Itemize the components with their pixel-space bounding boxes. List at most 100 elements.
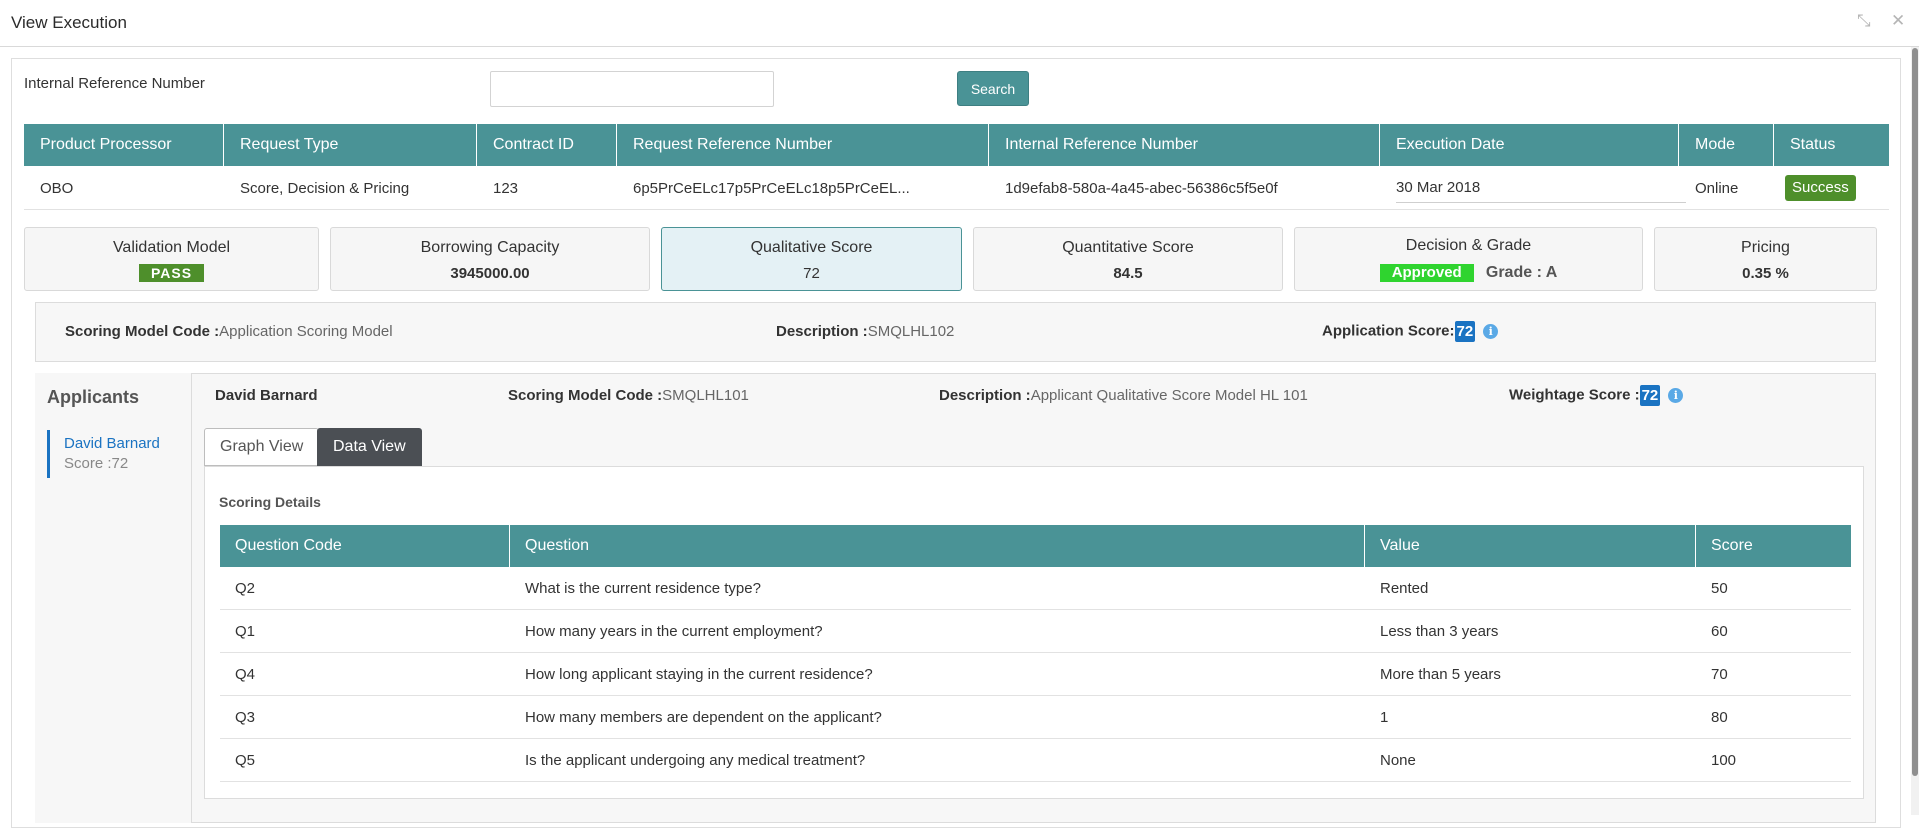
cell-request-reference: 6p5PrCeELc17p5PrCeELc18p5PrCeEL... <box>633 180 910 197</box>
execution-table-header: Product Processor Request Type Contract … <box>24 124 1889 166</box>
col-question: Question <box>510 525 1365 567</box>
card-quantitative-score[interactable]: Quantitative Score 84.5 <box>973 227 1283 291</box>
cell-value: Rented <box>1380 580 1429 597</box>
cell-question: What is the current residence type? <box>525 580 761 597</box>
title-bar: View Execution ⤡ ✕ <box>0 0 1919 47</box>
table-row[interactable]: OBO Score, Decision & Pricing 123 6p5PrC… <box>24 166 1889 210</box>
applicant-description: Description :Applicant Qualitative Score… <box>939 387 1308 404</box>
card-borrowing-capacity[interactable]: Borrowing Capacity 3945000.00 <box>330 227 650 291</box>
applicant-scoring-code: Scoring Model Code :SMQLHL101 <box>508 387 749 404</box>
internal-reference-input[interactable] <box>490 71 774 107</box>
card-value: 84.5 <box>1113 265 1143 282</box>
col-question-code: Question Code <box>220 525 510 567</box>
description-label: Description : <box>776 323 868 340</box>
col-score: Score <box>1711 537 1753 554</box>
cell-question: How long applicant staying in the curren… <box>525 666 873 683</box>
applicant-name: David Barnard <box>64 435 160 452</box>
applicant-score: Score :72 <box>64 455 129 472</box>
applicant-desc-label: Description : <box>939 387 1031 404</box>
card-title: Quantitative Score <box>1062 239 1194 256</box>
card-value: 0.35 % <box>1742 265 1789 282</box>
card-qualitative-score[interactable]: Qualitative Score 72 <box>661 227 962 291</box>
grade-label: Grade : A <box>1485 264 1558 281</box>
col-request-type: Request Type <box>224 124 477 166</box>
col-status: Status <box>1790 136 1836 153</box>
cell-question-code: Q1 <box>235 623 256 640</box>
scrollbar[interactable] <box>1911 47 1919 815</box>
info-icon[interactable]: i <box>1483 324 1499 339</box>
scrollbar-thumb[interactable] <box>1912 48 1918 776</box>
card-title: Borrowing Capacity <box>420 239 560 256</box>
col-execution-date: Execution Date <box>1380 124 1679 166</box>
table-row[interactable]: Q4 How long applicant staying in the cur… <box>220 653 1851 696</box>
table-row[interactable]: Q1 How many years in the current employm… <box>220 610 1851 653</box>
minimize-icon[interactable]: ⤡ <box>1857 11 1871 31</box>
close-icon[interactable]: ✕ <box>1891 11 1905 31</box>
applicant-code-label: Scoring Model Code : <box>508 387 663 404</box>
cell-score: 60 <box>1711 623 1728 640</box>
cell-question: Is the applicant undergoing any medical … <box>525 752 866 769</box>
application-score-label: Application Score: <box>1322 322 1455 340</box>
cell-contract-id: 123 <box>493 180 519 197</box>
col-request-reference: Request Reference Number <box>617 124 989 166</box>
weightage-score: Weightage Score :72 i <box>1509 385 1684 406</box>
cell-question: How many years in the current employment… <box>525 623 823 640</box>
card-value: 72 <box>803 265 820 282</box>
card-title: Decision & Grade <box>1405 237 1532 254</box>
cell-request-type: Score, Decision & Pricing <box>240 180 410 197</box>
applicant-desc-value: Applicant Qualitative Score Model HL 101 <box>1030 387 1308 404</box>
scoring-table-header: Question Code Question Value Score <box>220 525 1851 567</box>
cell-score: 50 <box>1711 580 1728 597</box>
tab-data-view[interactable]: Data View <box>317 428 422 466</box>
cell-value: None <box>1380 752 1416 769</box>
cell-internal-reference: 1d9efab8-580a-4a45-abec-56386c5f5e0f <box>1005 180 1278 197</box>
applicants-heading: Applicants <box>47 387 140 407</box>
info-icon[interactable]: i <box>1668 388 1684 403</box>
scoring-details-title: Scoring Details <box>219 494 321 510</box>
scoring-model-code-label: Scoring Model Code : <box>65 323 220 340</box>
cell-value: 1 <box>1380 709 1389 726</box>
cell-question-code: Q4 <box>235 666 256 683</box>
card-pricing[interactable]: Pricing 0.35 % <box>1654 227 1877 291</box>
cell-mode: Online <box>1695 180 1739 197</box>
tab-graph-view[interactable]: Graph View <box>204 428 320 466</box>
application-score-badge: 72 <box>1454 321 1476 342</box>
approved-badge: Approved <box>1379 264 1474 282</box>
col-mode: Mode <box>1679 124 1774 166</box>
applicant-code-value: SMQLHL101 <box>662 387 749 404</box>
card-value: 3945000.00 <box>450 265 530 282</box>
applicant-detail-name: David Barnard <box>215 387 318 404</box>
card-title: Qualitative Score <box>750 239 873 256</box>
cell-score: 100 <box>1711 752 1737 769</box>
description-value: SMQLHL102 <box>867 323 955 340</box>
col-product-processor: Product Processor <box>24 124 224 166</box>
weightage-score-badge: 72 <box>1639 385 1661 406</box>
cell-question: How many members are dependent on the ap… <box>525 709 882 726</box>
cell-execution-date: 30 Mar 2018 <box>1396 177 1686 203</box>
cell-score: 70 <box>1711 666 1728 683</box>
internal-reference-label: Internal Reference Number <box>24 75 205 92</box>
cell-question-code: Q5 <box>235 752 256 769</box>
cell-value: More than 5 years <box>1380 666 1501 683</box>
scoring-model-code-value: Application Scoring Model <box>219 323 393 340</box>
cell-score: 80 <box>1711 709 1728 726</box>
card-title: Pricing <box>1741 239 1790 256</box>
col-contract-id: Contract ID <box>477 124 617 166</box>
status-badge: Success <box>1785 175 1856 201</box>
table-row[interactable]: Q3 How many members are dependent on the… <box>220 696 1851 739</box>
card-decision-grade[interactable]: Decision & Grade Approved Grade : A <box>1294 227 1643 291</box>
table-row[interactable]: Q5 Is the applicant undergoing any medic… <box>220 739 1851 782</box>
col-value: Value <box>1365 525 1696 567</box>
weightage-label: Weightage Score : <box>1509 386 1640 404</box>
scoring-model-strip: Scoring Model Code :Application Scoring … <box>35 302 1876 362</box>
pass-badge: PASS <box>138 264 205 282</box>
search-button[interactable]: Search <box>957 71 1029 106</box>
cell-value: Less than 3 years <box>1380 623 1499 640</box>
card-title: Validation Model <box>112 239 231 256</box>
col-internal-reference: Internal Reference Number <box>989 124 1380 166</box>
applicant-item[interactable]: David Barnard Score :72 <box>47 430 187 478</box>
window-title: View Execution <box>11 13 127 32</box>
cell-question-code: Q3 <box>235 709 256 726</box>
table-row[interactable]: Q2 What is the current residence type? R… <box>220 567 1851 610</box>
card-validation-model[interactable]: Validation Model PASS <box>24 227 319 291</box>
